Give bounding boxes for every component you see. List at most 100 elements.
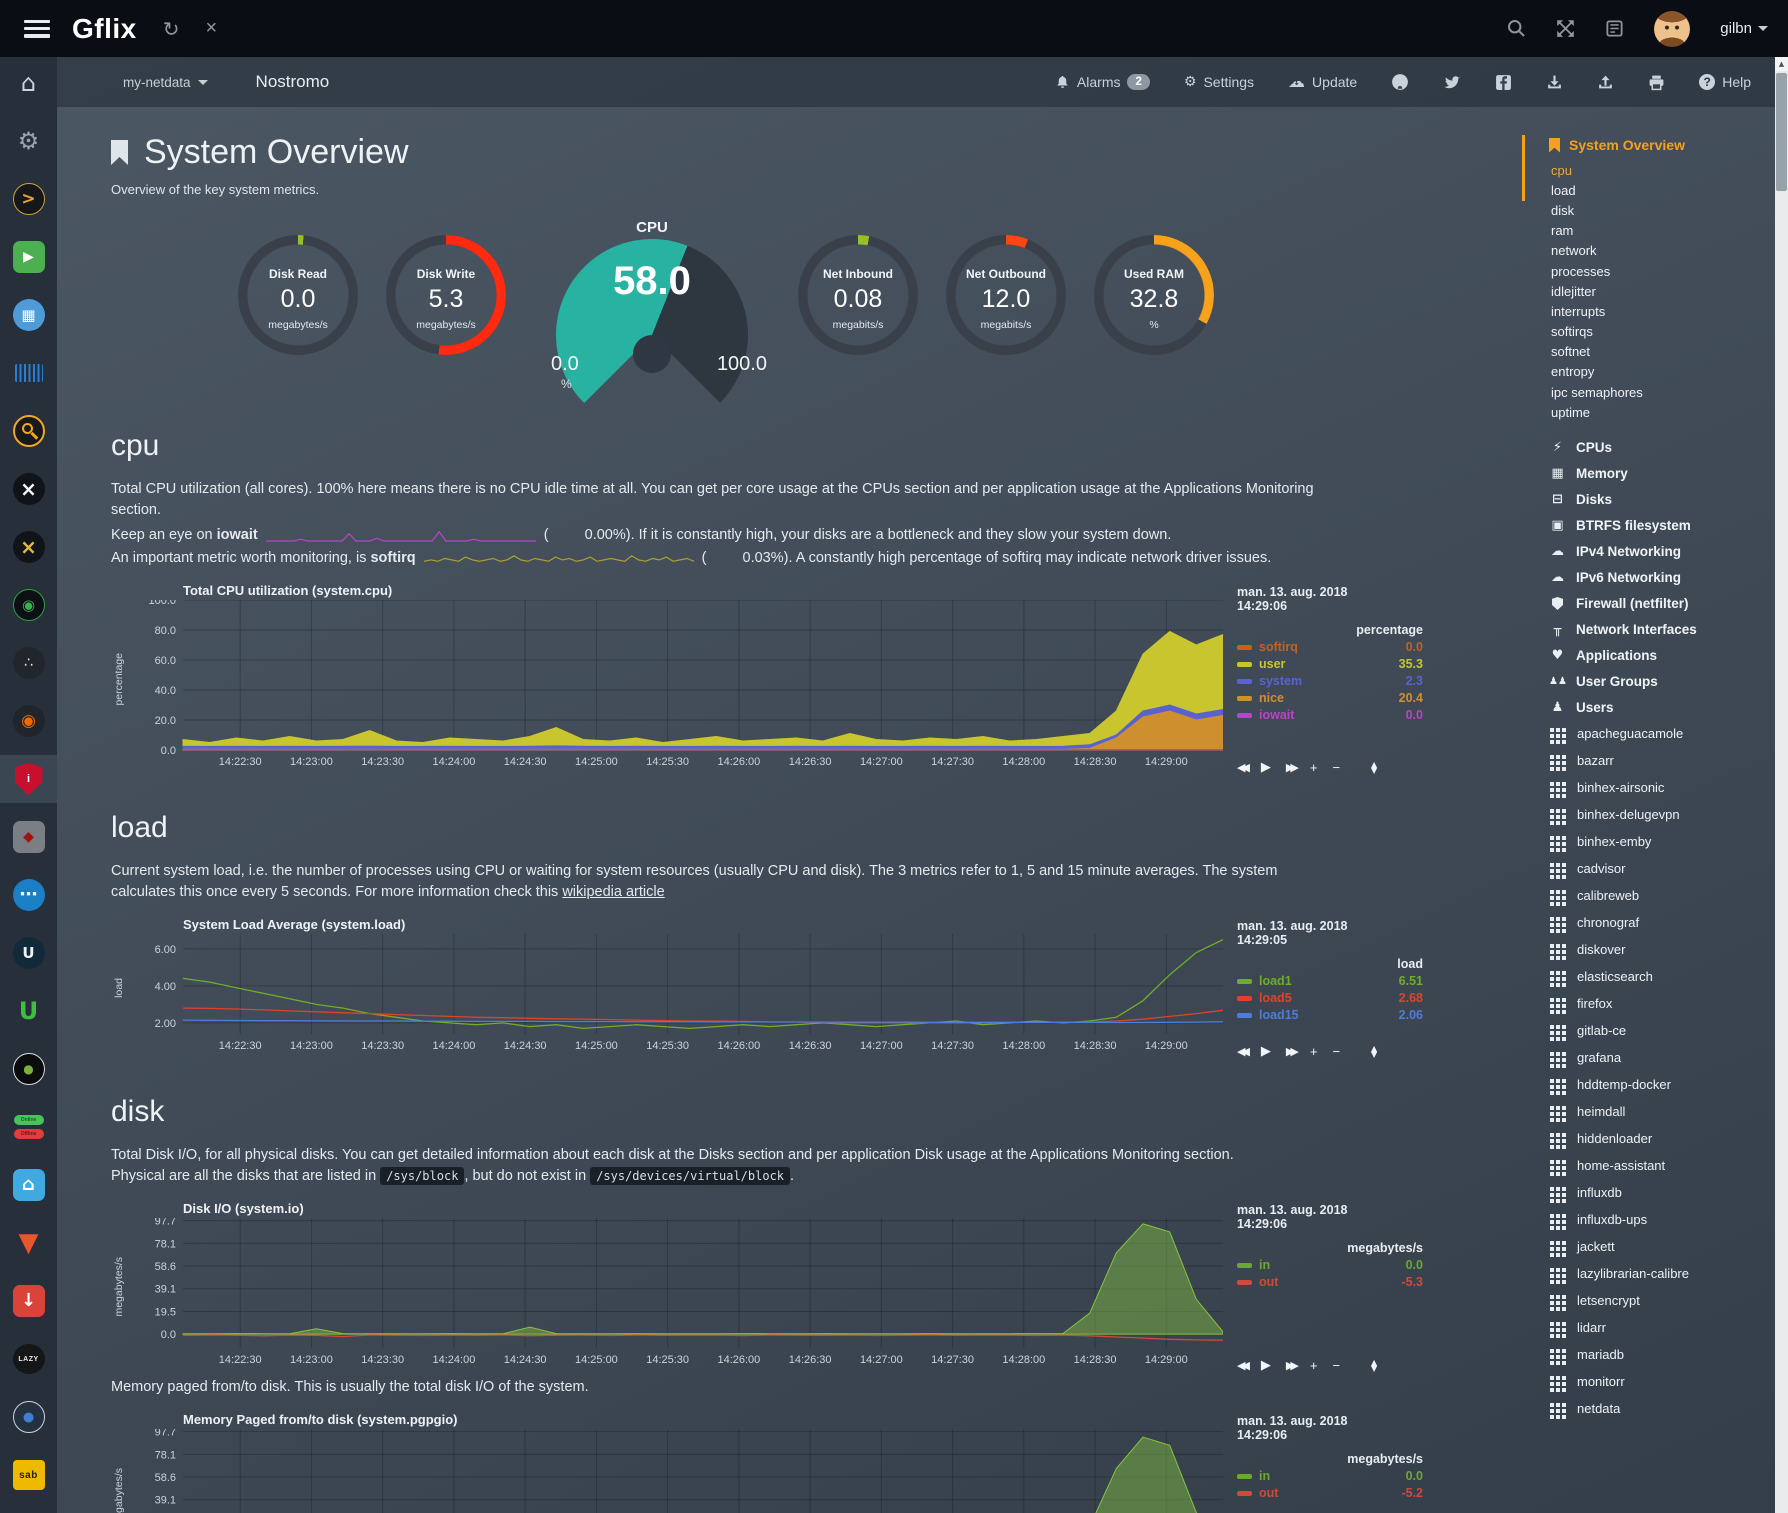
menu-app-gitlab-ce[interactable]: gitlab-ce (1549, 1017, 1775, 1044)
menu-app-binhex-emby[interactable]: binhex-emby (1549, 828, 1775, 855)
menu-app-jackett[interactable]: jackett (1549, 1233, 1775, 1260)
chart-play-button[interactable]: ▶ (1261, 1358, 1271, 1373)
legend-row-softirq[interactable]: softirq0.0 (1237, 640, 1423, 654)
legend-row-load1[interactable]: load16.51 (1237, 974, 1423, 988)
sidebar-app-node-graph-app[interactable]: ∴ (0, 645, 57, 681)
menu-app-hddtemp-docker[interactable]: hddtemp-docker (1549, 1071, 1775, 1098)
server-dropdown[interactable]: my-netdata (123, 75, 208, 90)
menu-section-user-groups[interactable]: ♟♟User Groups (1549, 668, 1775, 694)
menu-app-binhex-airsonic[interactable]: binhex-airsonic (1549, 774, 1775, 801)
menu-app-binhex-delugevpn[interactable]: binhex-delugevpn (1549, 801, 1775, 828)
menu-app-heimdall[interactable]: heimdall (1549, 1098, 1775, 1125)
menu-item-system-overview[interactable]: System Overview (1549, 137, 1775, 153)
menu-app-firefox[interactable]: firefox (1549, 990, 1775, 1017)
menu-app-influxdb[interactable]: influxdb (1549, 1179, 1775, 1206)
sidebar-app-home[interactable]: ⌂ (0, 65, 57, 101)
chart-plot-area[interactable]: 2.004.006.0014:22:3014:23:0014:23:3014:2… (127, 934, 1223, 1059)
chart-forward-button[interactable]: ▶▶ (1286, 1045, 1295, 1058)
menu-section-ipv4-networking[interactable]: ☁IPv4 Networking (1549, 538, 1775, 564)
user-menu[interactable]: gilbn (1720, 20, 1768, 37)
export-upload-icon[interactable] (1597, 74, 1614, 91)
legend-row-out[interactable]: out-5.3 (1237, 1275, 1423, 1289)
gauge-net-inbound[interactable]: Net Inbound0.08megabits/s (791, 225, 925, 375)
menu-subitem-ram[interactable]: ram (1551, 221, 1775, 241)
scroll-up-arrow[interactable]: ▲ (1775, 57, 1788, 71)
gauge-used-ram[interactable]: Used RAM32.8% (1087, 225, 1221, 375)
sidebar-app-cubes-app[interactable]: ◆ (0, 819, 57, 855)
gauge-disk-read[interactable]: Disk Read0.0megabytes/s (231, 225, 365, 375)
menu-app-calibreweb[interactable]: calibreweb (1549, 882, 1775, 909)
legend-row-in[interactable]: in0.0 (1237, 1258, 1423, 1272)
sidebar-app-nextcloud[interactable]: ⋯ (0, 877, 57, 913)
gauge-cpu[interactable]: CPU 58.0 0.0 100.0 % (545, 225, 759, 393)
settings-button[interactable]: ⚙ Settings (1184, 74, 1254, 90)
alarms-button[interactable]: Alarms 2 (1055, 74, 1150, 90)
chart-zoom-out-button[interactable]: − (1332, 1358, 1340, 1373)
chart-plot-area[interactable]: 0.019.539.158.678.197.714:22:3014:23:001… (127, 1429, 1223, 1513)
user-avatar[interactable] (1654, 11, 1690, 47)
chart-play-button[interactable]: ▶ (1261, 1044, 1271, 1059)
menu-app-home-assistant[interactable]: home-assistant (1549, 1152, 1775, 1179)
menu-section-applications[interactable]: ♥Applications (1549, 642, 1775, 668)
menu-subitem-uptime[interactable]: uptime (1551, 402, 1775, 422)
sidebar-app-downloader[interactable]: ↓ (0, 1283, 57, 1319)
menu-app-grafana[interactable]: grafana (1549, 1044, 1775, 1071)
sidebar-app-library[interactable]: ▦ (0, 297, 57, 333)
chart-resize-handle[interactable]: ▲▼ (1371, 1046, 1377, 1057)
menu-subitem-idlejitter[interactable]: idlejitter (1551, 281, 1775, 301)
menu-app-lidarr[interactable]: lidarr (1549, 1314, 1775, 1341)
chart-system-pgpgio[interactable]: megabytes/sMemory Paged from/to disk (sy… (111, 1412, 1507, 1513)
sidebar-app-lazylibrarian[interactable]: LAZY (0, 1341, 57, 1377)
menu-app-diskover[interactable]: diskover (1549, 936, 1775, 963)
sidebar-app-monitorr[interactable]: OnlineOffline (0, 1109, 57, 1145)
sidebar-app-home-assistant[interactable]: ⌂ (0, 1167, 57, 1203)
sidebar-app-sushi-app[interactable]: ● (0, 1051, 57, 1087)
github-icon[interactable] (1391, 73, 1409, 91)
chart-zoom-out-button[interactable]: − (1332, 760, 1340, 775)
menu-section-memory[interactable]: ▦Memory (1549, 460, 1775, 486)
legend-row-iowait[interactable]: iowait0.0 (1237, 708, 1423, 722)
legend-row-load15[interactable]: load152.06 (1237, 1008, 1423, 1022)
menu-app-hiddenloader[interactable]: hiddenloader (1549, 1125, 1775, 1152)
legend-row-out[interactable]: out-5.2 (1237, 1486, 1423, 1500)
scrollbar-thumb[interactable] (1776, 73, 1787, 191)
search-icon[interactable] (1507, 19, 1526, 38)
legend-row-system[interactable]: system2.3 (1237, 674, 1423, 688)
menu-subitem-network[interactable]: network (1551, 241, 1775, 261)
wikipedia-link[interactable]: wikipedia article (562, 884, 664, 900)
sidebar-app-plex[interactable]: > (0, 181, 57, 217)
close-tab-icon[interactable]: × (206, 17, 218, 40)
menu-app-bazarr[interactable]: bazarr (1549, 747, 1775, 774)
hamburger-menu-icon[interactable] (24, 20, 50, 38)
chart-plot-area[interactable]: 0.020.040.060.080.0100.014:22:3014:23:00… (127, 600, 1223, 775)
import-download-icon[interactable] (1546, 74, 1563, 91)
sidebar-app-netdata[interactable]: i (0, 755, 57, 803)
menu-subitem-softnet[interactable]: softnet (1551, 342, 1775, 362)
chart-forward-button[interactable]: ▶▶ (1286, 761, 1295, 774)
sidebar-app-settings[interactable]: ⚙ (0, 123, 57, 159)
chart-rewind-button[interactable]: ◀◀ (1237, 1359, 1246, 1372)
sidebar-app-emby[interactable]: ▶ (0, 239, 57, 275)
chart-zoom-in-button[interactable]: + (1310, 1358, 1318, 1373)
sidebar-app-droplet-app[interactable]: ● (0, 1399, 57, 1435)
chart-zoom-out-button[interactable]: − (1332, 1044, 1340, 1059)
sidebar-app-sabnzbd[interactable]: sab (0, 1457, 57, 1493)
chart-plot-area[interactable]: 0.019.539.158.678.197.714:22:3014:23:001… (127, 1218, 1223, 1373)
menu-subitem-processes[interactable]: processes (1551, 261, 1775, 281)
legend-row-load5[interactable]: load52.68 (1237, 991, 1423, 1005)
menu-subitem-disk[interactable]: disk (1551, 200, 1775, 220)
fullscreen-icon[interactable] (1556, 19, 1575, 38)
chart-play-button[interactable]: ▶ (1261, 760, 1271, 775)
menu-app-mariadb[interactable]: mariadb (1549, 1341, 1775, 1368)
chart-resize-handle[interactable]: ▲▼ (1371, 1360, 1377, 1371)
menu-app-apacheguacamole[interactable]: apacheguacamole (1549, 720, 1775, 747)
chart-forward-button[interactable]: ▶▶ (1286, 1359, 1295, 1372)
sidebar-app-ombi-yellow[interactable]: × (0, 529, 57, 565)
menu-section-users[interactable]: ♟Users (1549, 694, 1775, 720)
chart-rewind-button[interactable]: ◀◀ (1237, 1045, 1246, 1058)
menu-app-monitorr[interactable]: monitorr (1549, 1368, 1775, 1395)
sidebar-app-grafana[interactable]: ◉ (0, 703, 57, 739)
sidebar-app-green-ring-app[interactable]: ◉ (0, 587, 57, 623)
chart-system-cpu[interactable]: percentageTotal CPU utilization (system.… (111, 583, 1507, 775)
print-icon[interactable] (1648, 74, 1665, 91)
